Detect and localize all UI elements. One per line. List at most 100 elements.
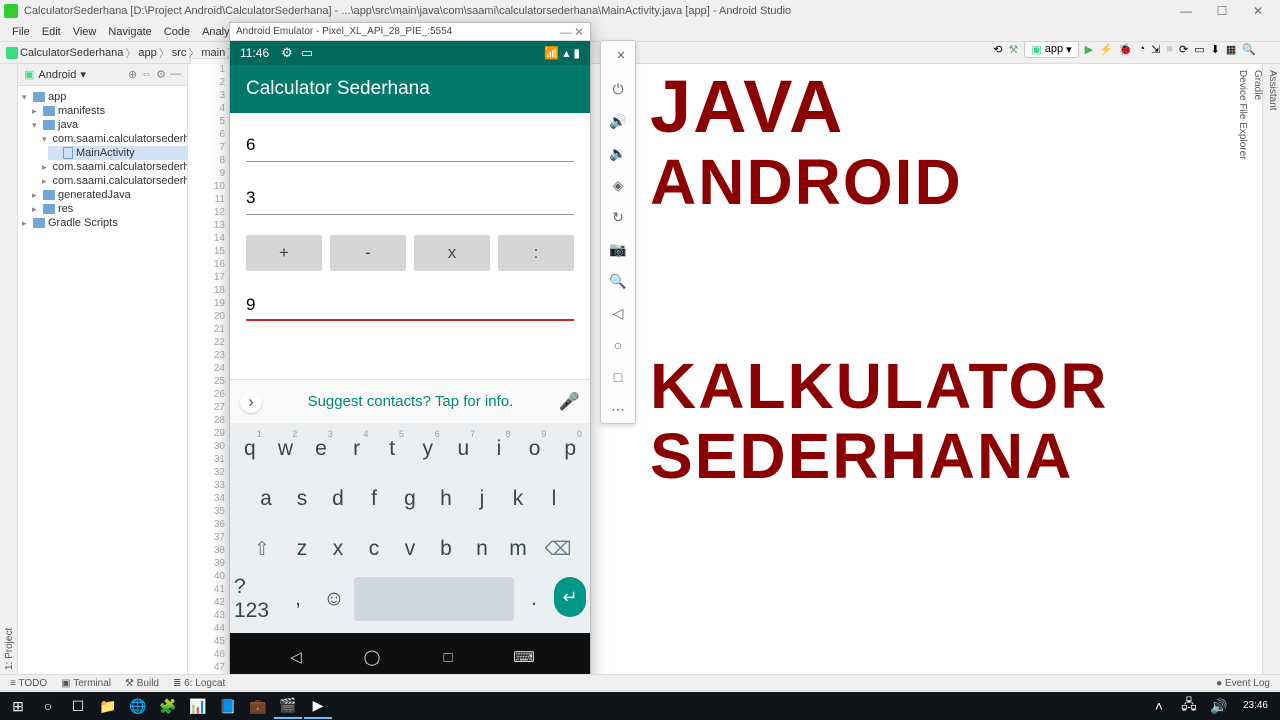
event-log-tab[interactable]: ● Event Log <box>1216 678 1270 689</box>
divide-button[interactable]: : <box>498 235 574 271</box>
nav-home-button[interactable]: ◯ <box>362 647 382 667</box>
menu-edit[interactable]: Edit <box>36 26 67 38</box>
emu-tb-more-icon[interactable]: ⋯ <box>608 399 628 419</box>
emoji-key[interactable]: ☺ <box>318 577 350 621</box>
avd-icon[interactable]: ▭ <box>1194 43 1204 56</box>
key-b[interactable]: b <box>430 527 462 571</box>
resource-manager-tab[interactable]: Resource Manager <box>0 64 2 676</box>
emu-tb-rotate-right-icon[interactable]: ↻ <box>608 207 628 227</box>
tray-net-icon[interactable]: 🖧 <box>1175 693 1203 719</box>
key-i[interactable]: i8 <box>483 427 515 471</box>
tray-up-icon[interactable]: ˄ <box>1145 693 1173 719</box>
key-d[interactable]: d <box>322 477 354 521</box>
target-icon[interactable]: ⊕ <box>128 68 137 81</box>
project-tab[interactable]: 1: Project <box>2 64 17 676</box>
operand-1-input[interactable] <box>246 129 574 162</box>
menu-view[interactable]: View <box>67 26 103 38</box>
cortana-icon[interactable]: ○ <box>34 693 62 719</box>
menu-code[interactable]: Code <box>158 26 196 38</box>
tree-node[interactable]: ▸Gradle Scripts <box>18 216 187 230</box>
search-icon[interactable]: 🔍 <box>1242 43 1256 56</box>
enter-key[interactable]: ↵ <box>554 577 586 617</box>
key-t[interactable]: t5 <box>376 427 408 471</box>
key-h[interactable]: h <box>430 477 462 521</box>
key-s[interactable]: s <box>286 477 318 521</box>
tree-node[interactable]: ▸manifests <box>28 104 187 118</box>
keyboard-suggestion[interactable]: Suggest contacts? Tap for info. <box>272 393 549 410</box>
period-key[interactable]: . <box>518 577 550 621</box>
emu-tb-rotate-left-icon[interactable]: ◈ <box>608 175 628 195</box>
emulator-titlebar[interactable]: Android Emulator - Pixel_XL_API_28_PIE_:… <box>230 23 590 41</box>
emu-tb-volup-icon[interactable]: 🔊 <box>608 111 628 131</box>
key-o[interactable]: o9 <box>519 427 551 471</box>
crumb-main[interactable]: main <box>201 47 225 59</box>
tree-node[interactable]: MainActivity <box>48 146 187 160</box>
key-k[interactable]: k <box>502 477 534 521</box>
debug-button[interactable]: 🐞 <box>1119 43 1133 56</box>
expand-keyboard-icon[interactable]: › <box>240 391 262 413</box>
crumb-app[interactable]: app <box>138 47 156 59</box>
run-button[interactable]: ▶ <box>1085 43 1093 56</box>
collapse-icon[interactable]: ⇔ <box>141 68 152 81</box>
result-input[interactable] <box>246 289 574 321</box>
tree-node[interactable]: ▾com.saami.calculatorsederhana <box>38 132 187 146</box>
chrome-icon[interactable]: 🌐 <box>124 693 152 719</box>
tree-node[interactable]: ▸generatedJava <box>28 188 187 202</box>
key-c[interactable]: c <box>358 527 390 571</box>
key-w[interactable]: w2 <box>270 427 302 471</box>
emu-tb-overview-icon[interactable]: □ <box>608 367 628 387</box>
tray-vol-icon[interactable]: 🔊 <box>1205 693 1233 719</box>
window-minimize-button[interactable]: — <box>1168 0 1204 22</box>
subtract-button[interactable]: - <box>330 235 406 271</box>
key-l[interactable]: l <box>538 477 570 521</box>
key-v[interactable]: v <box>394 527 426 571</box>
mic-icon[interactable]: 🎤 <box>559 392 580 412</box>
gear-icon[interactable]: ⚙ <box>156 68 166 81</box>
key-z[interactable]: z <box>286 527 318 571</box>
structure-icon[interactable]: ▦ <box>1226 43 1236 56</box>
crumb-src[interactable]: src <box>172 47 187 59</box>
space-key[interactable] <box>354 577 514 621</box>
android-studio-icon[interactable]: 🎬 <box>274 693 302 719</box>
add-button[interactable]: + <box>246 235 322 271</box>
emulator-min-icon[interactable]: — <box>560 25 572 39</box>
nav-keyboard-button[interactable]: ⌨ <box>514 647 534 667</box>
emu-tb-voldown-icon[interactable]: 🔉 <box>608 143 628 163</box>
sync-gradle-icon[interactable]: ⟳ <box>1179 43 1188 56</box>
key-f[interactable]: f <box>358 477 390 521</box>
profile-icon[interactable]: ◔ <box>1139 43 1146 55</box>
tree-node[interactable]: ▸res <box>28 202 187 216</box>
multiply-button[interactable]: x <box>414 235 490 271</box>
stop-button[interactable]: ■ <box>1166 43 1173 55</box>
emulator-icon[interactable]: ▶ <box>304 693 332 719</box>
key-x[interactable]: x <box>322 527 354 571</box>
build-tab[interactable]: ⚒ Build <box>125 678 159 689</box>
crumb-project[interactable]: CalculatorSederhana <box>20 47 123 59</box>
key-g[interactable]: g <box>394 477 426 521</box>
apply-changes-icon[interactable]: ⚡ <box>1099 43 1113 56</box>
start-button[interactable]: ⊞ <box>4 693 32 719</box>
emulator-close-icon[interactable]: ✕ <box>574 25 584 39</box>
emu-tb-camera-icon[interactable]: 📷 <box>608 239 628 259</box>
taskbar-clock[interactable]: 23:46 <box>1235 701 1276 711</box>
backspace-key[interactable]: ⌫ <box>538 527 578 571</box>
assistant-tab[interactable]: Assistant <box>1265 64 1280 676</box>
key-y[interactable]: y6 <box>412 427 444 471</box>
key-j[interactable]: j <box>466 477 498 521</box>
key-m[interactable]: m <box>502 527 534 571</box>
app-icon-3[interactable]: 📘 <box>214 693 242 719</box>
tree-node[interactable]: ▸com.saami.calculatorsederhana (test) <box>38 174 187 188</box>
menu-file[interactable]: File <box>6 26 36 38</box>
app-icon-4[interactable]: 💼 <box>244 693 272 719</box>
operand-2-input[interactable] <box>246 182 574 215</box>
tree-node[interactable]: ▸com.saami.calculatorsederhana (androidT… <box>38 160 187 174</box>
project-view-selector[interactable]: Android <box>38 69 76 81</box>
window-maximize-button[interactable]: ☐ <box>1204 0 1240 22</box>
tree-node[interactable]: ▾app <box>18 90 187 104</box>
key-q[interactable]: q1 <box>234 427 266 471</box>
emu-tb-close-icon[interactable]: ✕ <box>611 45 631 65</box>
key-n[interactable]: n <box>466 527 498 571</box>
todo-tab[interactable]: ≡ TODO <box>10 678 47 689</box>
symbols-key[interactable]: ?123 <box>234 577 278 621</box>
key-p[interactable]: p0 <box>554 427 586 471</box>
